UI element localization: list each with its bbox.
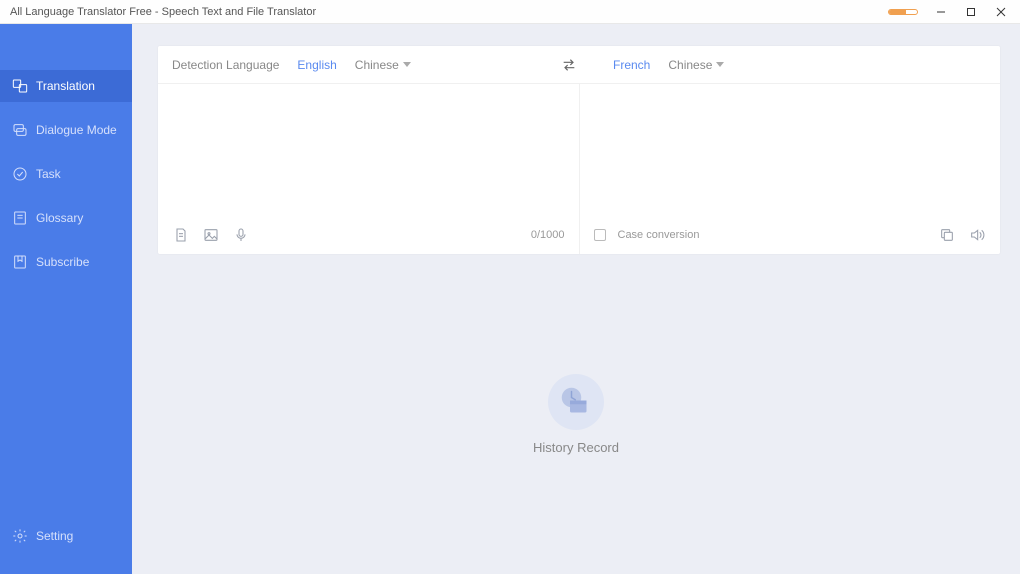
sidebar-item-task[interactable]: Task xyxy=(0,158,132,190)
image-icon[interactable] xyxy=(202,226,220,244)
history-section: History Record xyxy=(132,254,1020,574)
history-record-icon xyxy=(548,374,604,430)
target-lang-dropdown[interactable]: Chinese xyxy=(668,58,724,72)
chevron-down-icon xyxy=(403,62,411,67)
copy-icon[interactable] xyxy=(938,226,956,244)
sidebar-item-label: Translation xyxy=(36,79,95,93)
speaker-icon[interactable] xyxy=(968,226,986,244)
panel-header: Detection Language English Chinese Frenc… xyxy=(158,46,1000,84)
minimize-button[interactable] xyxy=(934,5,948,19)
history-record-label: History Record xyxy=(533,440,619,455)
sidebar-item-label: Setting xyxy=(36,529,73,543)
sidebar-item-label: Subscribe xyxy=(36,255,89,269)
translate-panel: Detection Language English Chinese Frenc… xyxy=(158,46,1000,254)
target-text-pane: Case conversion xyxy=(580,84,1001,254)
sidebar-item-label: Task xyxy=(36,167,61,181)
case-conversion-checkbox[interactable] xyxy=(594,229,606,241)
sidebar-item-dialogue[interactable]: Dialogue Mode xyxy=(0,114,132,146)
char-counter: 0/1000 xyxy=(531,229,565,241)
source-lang-chinese: Chinese xyxy=(355,58,399,72)
chevron-down-icon xyxy=(716,62,724,67)
source-lang-dropdown[interactable]: Chinese xyxy=(355,58,411,72)
close-button[interactable] xyxy=(994,5,1008,19)
sidebar: Translation Dialogue Mode Task Glossary … xyxy=(0,24,132,574)
translate-icon xyxy=(12,78,28,94)
detect-language-button[interactable]: Detection Language xyxy=(172,58,279,72)
sidebar-item-glossary[interactable]: Glossary xyxy=(0,202,132,234)
window-title: All Language Translator Free - Speech Te… xyxy=(10,6,316,18)
document-icon[interactable] xyxy=(172,226,190,244)
target-lang-french[interactable]: French xyxy=(613,58,650,72)
sidebar-item-subscribe[interactable]: Subscribe xyxy=(0,246,132,278)
main-area: Detection Language English Chinese Frenc… xyxy=(132,24,1020,574)
sidebar-item-label: Dialogue Mode xyxy=(36,123,117,137)
sidebar-item-setting[interactable]: Setting xyxy=(0,520,132,552)
maximize-button[interactable] xyxy=(964,5,978,19)
gear-icon xyxy=(12,528,28,544)
dialogue-icon xyxy=(12,122,28,138)
window-controls xyxy=(888,5,1016,19)
target-lang-chinese: Chinese xyxy=(668,58,712,72)
source-lang-english[interactable]: English xyxy=(297,58,336,72)
battery-pill-icon xyxy=(888,9,918,15)
microphone-icon[interactable] xyxy=(232,226,250,244)
titlebar: All Language Translator Free - Speech Te… xyxy=(0,0,1020,24)
subscribe-icon xyxy=(12,254,28,270)
case-conversion-label: Case conversion xyxy=(618,229,700,241)
task-icon xyxy=(12,166,28,182)
sidebar-item-translation[interactable]: Translation xyxy=(0,70,132,102)
sidebar-item-label: Glossary xyxy=(36,211,83,225)
swap-languages-button[interactable] xyxy=(559,58,579,72)
glossary-icon xyxy=(12,210,28,226)
source-text-pane[interactable]: 0/1000 xyxy=(158,84,580,254)
